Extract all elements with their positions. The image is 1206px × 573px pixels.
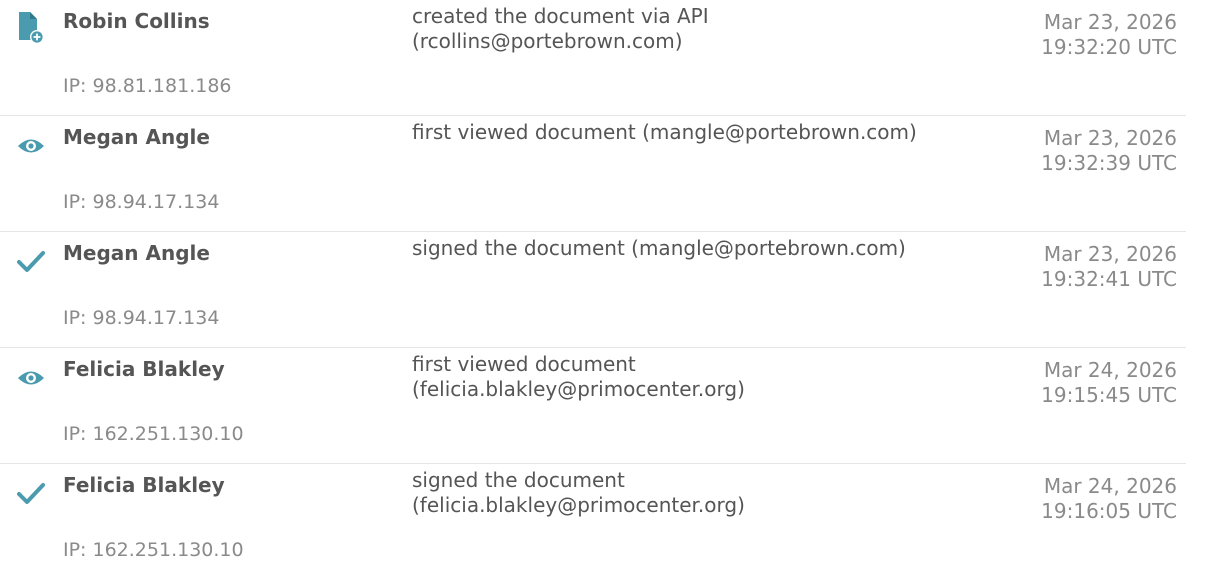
audit-entry: Felicia Blakley first viewed document (f… xyxy=(0,348,1186,464)
audit-entry: Megan Angle signed the document (mangle@… xyxy=(0,232,1186,348)
document-add-icon xyxy=(14,10,48,44)
entry-user-name: Megan Angle xyxy=(63,125,210,149)
audit-entry: Megan Angle first viewed document (mangl… xyxy=(0,116,1186,232)
entry-date: Mar 23, 2026 xyxy=(1043,10,1177,34)
entry-ip-address: IP: 98.94.17.134 xyxy=(63,307,220,329)
entry-ip-address: IP: 162.251.130.10 xyxy=(63,423,244,445)
entry-user-name: Felicia Blakley xyxy=(63,357,225,381)
entry-action-line: first viewed document (mangle@portebrown… xyxy=(412,120,917,144)
entry-action-line: (felicia.blakley@primocenter.org) xyxy=(412,377,745,401)
entry-ip-address: IP: 162.251.130.10 xyxy=(63,539,244,561)
entry-ip-address: IP: 98.81.181.186 xyxy=(63,75,232,97)
entry-action: first viewed document (mangle@portebrown… xyxy=(412,120,1002,145)
entry-user-name: Robin Collins xyxy=(63,9,210,33)
entry-timestamp: Mar 23, 2026 19:32:20 UTC xyxy=(1041,10,1177,60)
entry-action-line: created the document via API xyxy=(412,4,709,28)
entry-action: signed the document (felicia.blakley@pri… xyxy=(412,468,1002,518)
entry-time: 19:16:05 UTC xyxy=(1041,499,1177,523)
entry-action-line: (rcollins@portebrown.com) xyxy=(412,29,683,53)
audit-entry: Robin Collins created the document via A… xyxy=(0,0,1186,116)
entry-time: 19:32:39 UTC xyxy=(1041,151,1177,175)
entry-action: created the document via API (rcollins@p… xyxy=(412,4,1002,54)
entry-action-line: signed the document (mangle@portebrown.c… xyxy=(412,236,906,260)
entry-time: 19:32:41 UTC xyxy=(1041,267,1177,291)
checkmark-icon xyxy=(14,474,48,508)
entry-timestamp: Mar 23, 2026 19:32:39 UTC xyxy=(1041,126,1177,176)
entry-timestamp: Mar 24, 2026 19:16:05 UTC xyxy=(1041,474,1177,524)
entry-action-line: (felicia.blakley@primocenter.org) xyxy=(412,493,745,517)
entry-date: Mar 23, 2026 xyxy=(1043,126,1177,150)
eye-icon xyxy=(14,126,48,160)
entry-user-name: Megan Angle xyxy=(63,241,210,265)
checkmark-icon xyxy=(14,242,48,276)
entry-date: Mar 24, 2026 xyxy=(1043,358,1177,382)
eye-icon xyxy=(14,358,48,392)
entry-date: Mar 23, 2026 xyxy=(1043,242,1177,266)
audit-entry: Felicia Blakley signed the document (fel… xyxy=(0,464,1186,573)
entry-action: signed the document (mangle@portebrown.c… xyxy=(412,236,1002,261)
entry-timestamp: Mar 24, 2026 19:15:45 UTC xyxy=(1041,358,1177,408)
entry-user-name: Felicia Blakley xyxy=(63,473,225,497)
entry-date: Mar 24, 2026 xyxy=(1043,474,1177,498)
entry-ip-address: IP: 98.94.17.134 xyxy=(63,191,220,213)
entry-action-line: first viewed document xyxy=(412,352,636,376)
entry-timestamp: Mar 23, 2026 19:32:41 UTC xyxy=(1041,242,1177,292)
entry-action: first viewed document (felicia.blakley@p… xyxy=(412,352,1002,402)
entry-action-line: signed the document xyxy=(412,468,625,492)
audit-trail-log: Robin Collins created the document via A… xyxy=(0,0,1206,573)
entry-time: 19:15:45 UTC xyxy=(1041,383,1177,407)
entry-time: 19:32:20 UTC xyxy=(1041,35,1177,59)
